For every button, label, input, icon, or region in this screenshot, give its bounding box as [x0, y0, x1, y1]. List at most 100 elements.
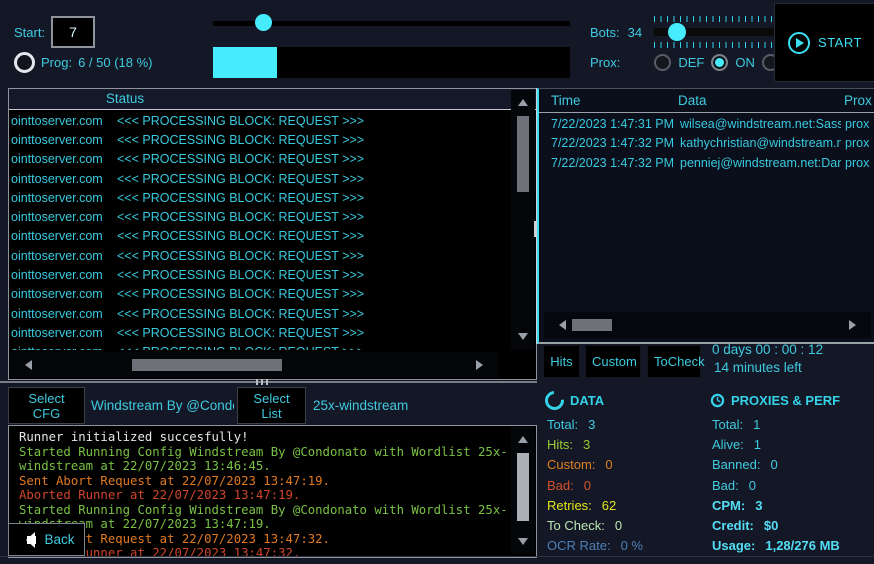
scroll-left-icon[interactable]	[20, 360, 32, 370]
stat-value: 0	[770, 457, 777, 472]
data-stats-title-row: DATA	[545, 391, 710, 409]
stat-label: Bad:	[547, 478, 574, 493]
tab-hits[interactable]: Hits	[543, 345, 580, 378]
scroll-left-icon[interactable]	[554, 320, 566, 330]
table-row[interactable]: ointtoserver.com<<< PROCESSING BLOCK: RE…	[10, 111, 480, 130]
start-input[interactable]	[51, 16, 95, 48]
scrollbar-thumb[interactable]	[517, 453, 529, 521]
table-row[interactable]: ointtoserver.com<<< PROCESSING BLOCK: RE…	[10, 265, 480, 284]
bottom-divider	[0, 556, 874, 557]
vertical-splitter-grip-icon[interactable]	[534, 221, 536, 237]
stat-row: OCR Rate:0 %	[547, 536, 710, 556]
status-vertical-scrollbar[interactable]	[511, 90, 535, 349]
proxy-stats-section: PROXIES & PERF Total:1Alive:1Banned:0Bad…	[710, 391, 874, 556]
bot-source-cell: ointtoserver.com	[11, 210, 108, 224]
table-row[interactable]: ointtoserver.com<<< PROCESSING BLOCK: RE…	[10, 169, 480, 188]
start-slider-thumb[interactable]	[255, 14, 272, 31]
stopwatch-icon	[710, 393, 725, 408]
log-line: windstream at 22/07/2023 13:47:19.	[19, 517, 506, 532]
table-row[interactable]: ointtoserver.com<<< PROCESSING BLOCK: RE…	[10, 285, 480, 304]
progress-fill	[213, 47, 277, 78]
stat-row: Custom:0	[547, 455, 710, 475]
tab-custom[interactable]: Custom	[585, 345, 641, 378]
log-vertical-scrollbar[interactable]	[511, 427, 535, 554]
play-icon	[788, 32, 810, 54]
hits-table-body: 7/22/2023 1:47:31 PMwilsea@windstream.ne…	[539, 115, 874, 308]
prox-radio-on[interactable]	[711, 54, 728, 71]
bots-slider-ticks-top	[654, 16, 784, 22]
scroll-down-icon[interactable]	[518, 538, 528, 550]
prox-label: Prox:	[590, 55, 620, 70]
back-button[interactable]: Back	[8, 523, 85, 556]
stat-label: Hits:	[547, 437, 573, 452]
scrollbar-thumb[interactable]	[572, 319, 612, 331]
table-row[interactable]: ointtoserver.com<<< PROCESSING BLOCK: RE…	[10, 304, 480, 323]
stat-value: 0	[749, 478, 756, 493]
table-row[interactable]: ointtoserver.com<<< PROCESSING BLOCK: RE…	[10, 207, 480, 226]
bot-status-cell: <<< PROCESSING BLOCK: REQUEST >>>	[117, 152, 364, 166]
scrollbar-thumb[interactable]	[132, 359, 282, 371]
stat-label: Bad:	[712, 478, 739, 493]
hit-data-cell: wilsea@windstream.net:Sassy3	[680, 117, 841, 131]
table-row[interactable]: ointtoserver.com<<< PROCESSING BLOCK: RE…	[10, 343, 480, 350]
log-lines: Runner initialized succesfully!Started R…	[19, 430, 506, 558]
status-table-header: Status	[9, 89, 536, 110]
bot-status-cell: <<< PROCESSING BLOCK: REQUEST >>>	[117, 287, 364, 301]
bots-slider-thumb[interactable]	[668, 23, 686, 41]
scrollbar-thumb[interactable]	[517, 116, 529, 192]
stat-label: Custom:	[547, 457, 595, 472]
scroll-right-icon[interactable]	[476, 360, 488, 370]
splitter-grip-icon[interactable]	[256, 379, 270, 385]
bot-source-cell: ointtoserver.com	[11, 229, 108, 243]
runner-log[interactable]: Runner initialized succesfully!Started R…	[8, 425, 537, 558]
table-row[interactable]: ointtoserver.com <<< PROCESSING BLOCK: RE…	[10, 188, 480, 207]
stat-value: 1	[754, 437, 761, 452]
stat-label: Total:	[712, 417, 743, 432]
stat-label: CPM:	[712, 498, 745, 513]
bot-status-cell: <<< PROCESSING BLOCK: REQUEST >>>	[117, 133, 364, 147]
stat-row: To Check:0	[547, 515, 710, 535]
table-row[interactable]: ointtoserver.com<<< PROCESSING BLOCK: RE…	[10, 227, 480, 246]
table-row[interactable]: 7/22/2023 1:47:32 PMpenniej@windstream.n…	[539, 154, 874, 173]
status-horizontal-scrollbar[interactable]	[10, 352, 498, 378]
stat-value: 3	[583, 437, 590, 452]
table-row[interactable]: ointtoserver.com<<< PROCESSING BLOCK: RE…	[10, 246, 480, 265]
table-row[interactable]: ointtoserver.com<<< PROCESSING BLOCK: RE…	[10, 130, 480, 149]
table-row[interactable]: 7/22/2023 1:47:32 PMkathychristian@winds…	[539, 134, 874, 153]
log-line: Aborted Runner at 22/07/2023 13:47:19.	[19, 488, 506, 503]
stat-label: Banned:	[712, 457, 760, 472]
stat-row: CPM:3	[712, 495, 874, 515]
data-column-header[interactable]: Data	[678, 93, 707, 108]
stat-label: Retries:	[547, 498, 592, 513]
back-arrow-icon	[18, 534, 38, 546]
bots-slider[interactable]	[654, 16, 784, 48]
table-row[interactable]: 7/22/2023 1:47:31 PMwilsea@windstream.ne…	[539, 115, 874, 134]
scroll-up-icon[interactable]	[518, 94, 528, 106]
status-table-body: ointtoserver.com <<< PROCESSING BLOCK: RE…	[10, 111, 480, 350]
bots-group: Bots: 34	[590, 16, 784, 48]
scroll-right-icon[interactable]	[849, 320, 861, 330]
bot-source-cell: ointtoserver.com	[11, 191, 108, 205]
prox-radio-def[interactable]	[654, 54, 671, 71]
select-list-button[interactable]: Select List	[237, 387, 306, 424]
start-slider[interactable]	[213, 14, 570, 32]
start-button[interactable]: START	[774, 3, 874, 82]
table-row[interactable]: ointtoserver.com<<< PROCESSING BLOCK: RE…	[10, 150, 480, 169]
scroll-up-icon[interactable]	[518, 431, 528, 443]
scroll-down-icon[interactable]	[518, 333, 528, 345]
bot-status-cell: <<< PROCESSING BLOCK: REQUEST >>>	[117, 191, 364, 205]
bot-source-cell: ointtoserver.com	[11, 326, 108, 340]
select-cfg-button[interactable]: Select CFG	[8, 387, 85, 424]
hit-data-cell: kathychristian@windstream.ne	[680, 136, 841, 150]
prox-column-header[interactable]: Prox	[844, 93, 872, 108]
progress-value: 6 / 50 (18 %)	[78, 55, 152, 70]
progress-radio[interactable]	[14, 52, 35, 73]
time-column-header[interactable]: Time	[551, 93, 581, 108]
bot-status-cell: <<< PROCESSING BLOCK: REQUEST >>>	[117, 326, 364, 340]
status-column-header[interactable]: Status	[9, 91, 241, 106]
hits-horizontal-scrollbar[interactable]	[544, 312, 871, 338]
tab-tocheck[interactable]: ToCheck	[647, 345, 701, 378]
bot-source-cell: ointtoserver.com	[11, 249, 108, 263]
stat-row: Bad: 0	[712, 475, 874, 495]
table-row[interactable]: ointtoserver.com <<< PROCESSING BLOCK: RE…	[10, 323, 480, 342]
